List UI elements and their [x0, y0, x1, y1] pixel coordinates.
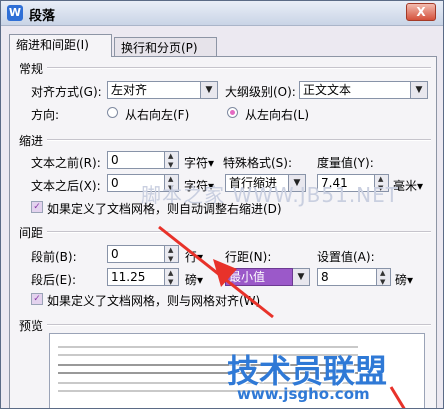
paragraph-dialog: W 段落 X 缩进和间距(I) 换行和分页(P) 常规 对齐方式(G): 左对齐…	[0, 0, 444, 409]
tab-indent-spacing[interactable]: 缩进和间距(I)	[9, 34, 112, 57]
annotation-arrow	[158, 225, 406, 408]
